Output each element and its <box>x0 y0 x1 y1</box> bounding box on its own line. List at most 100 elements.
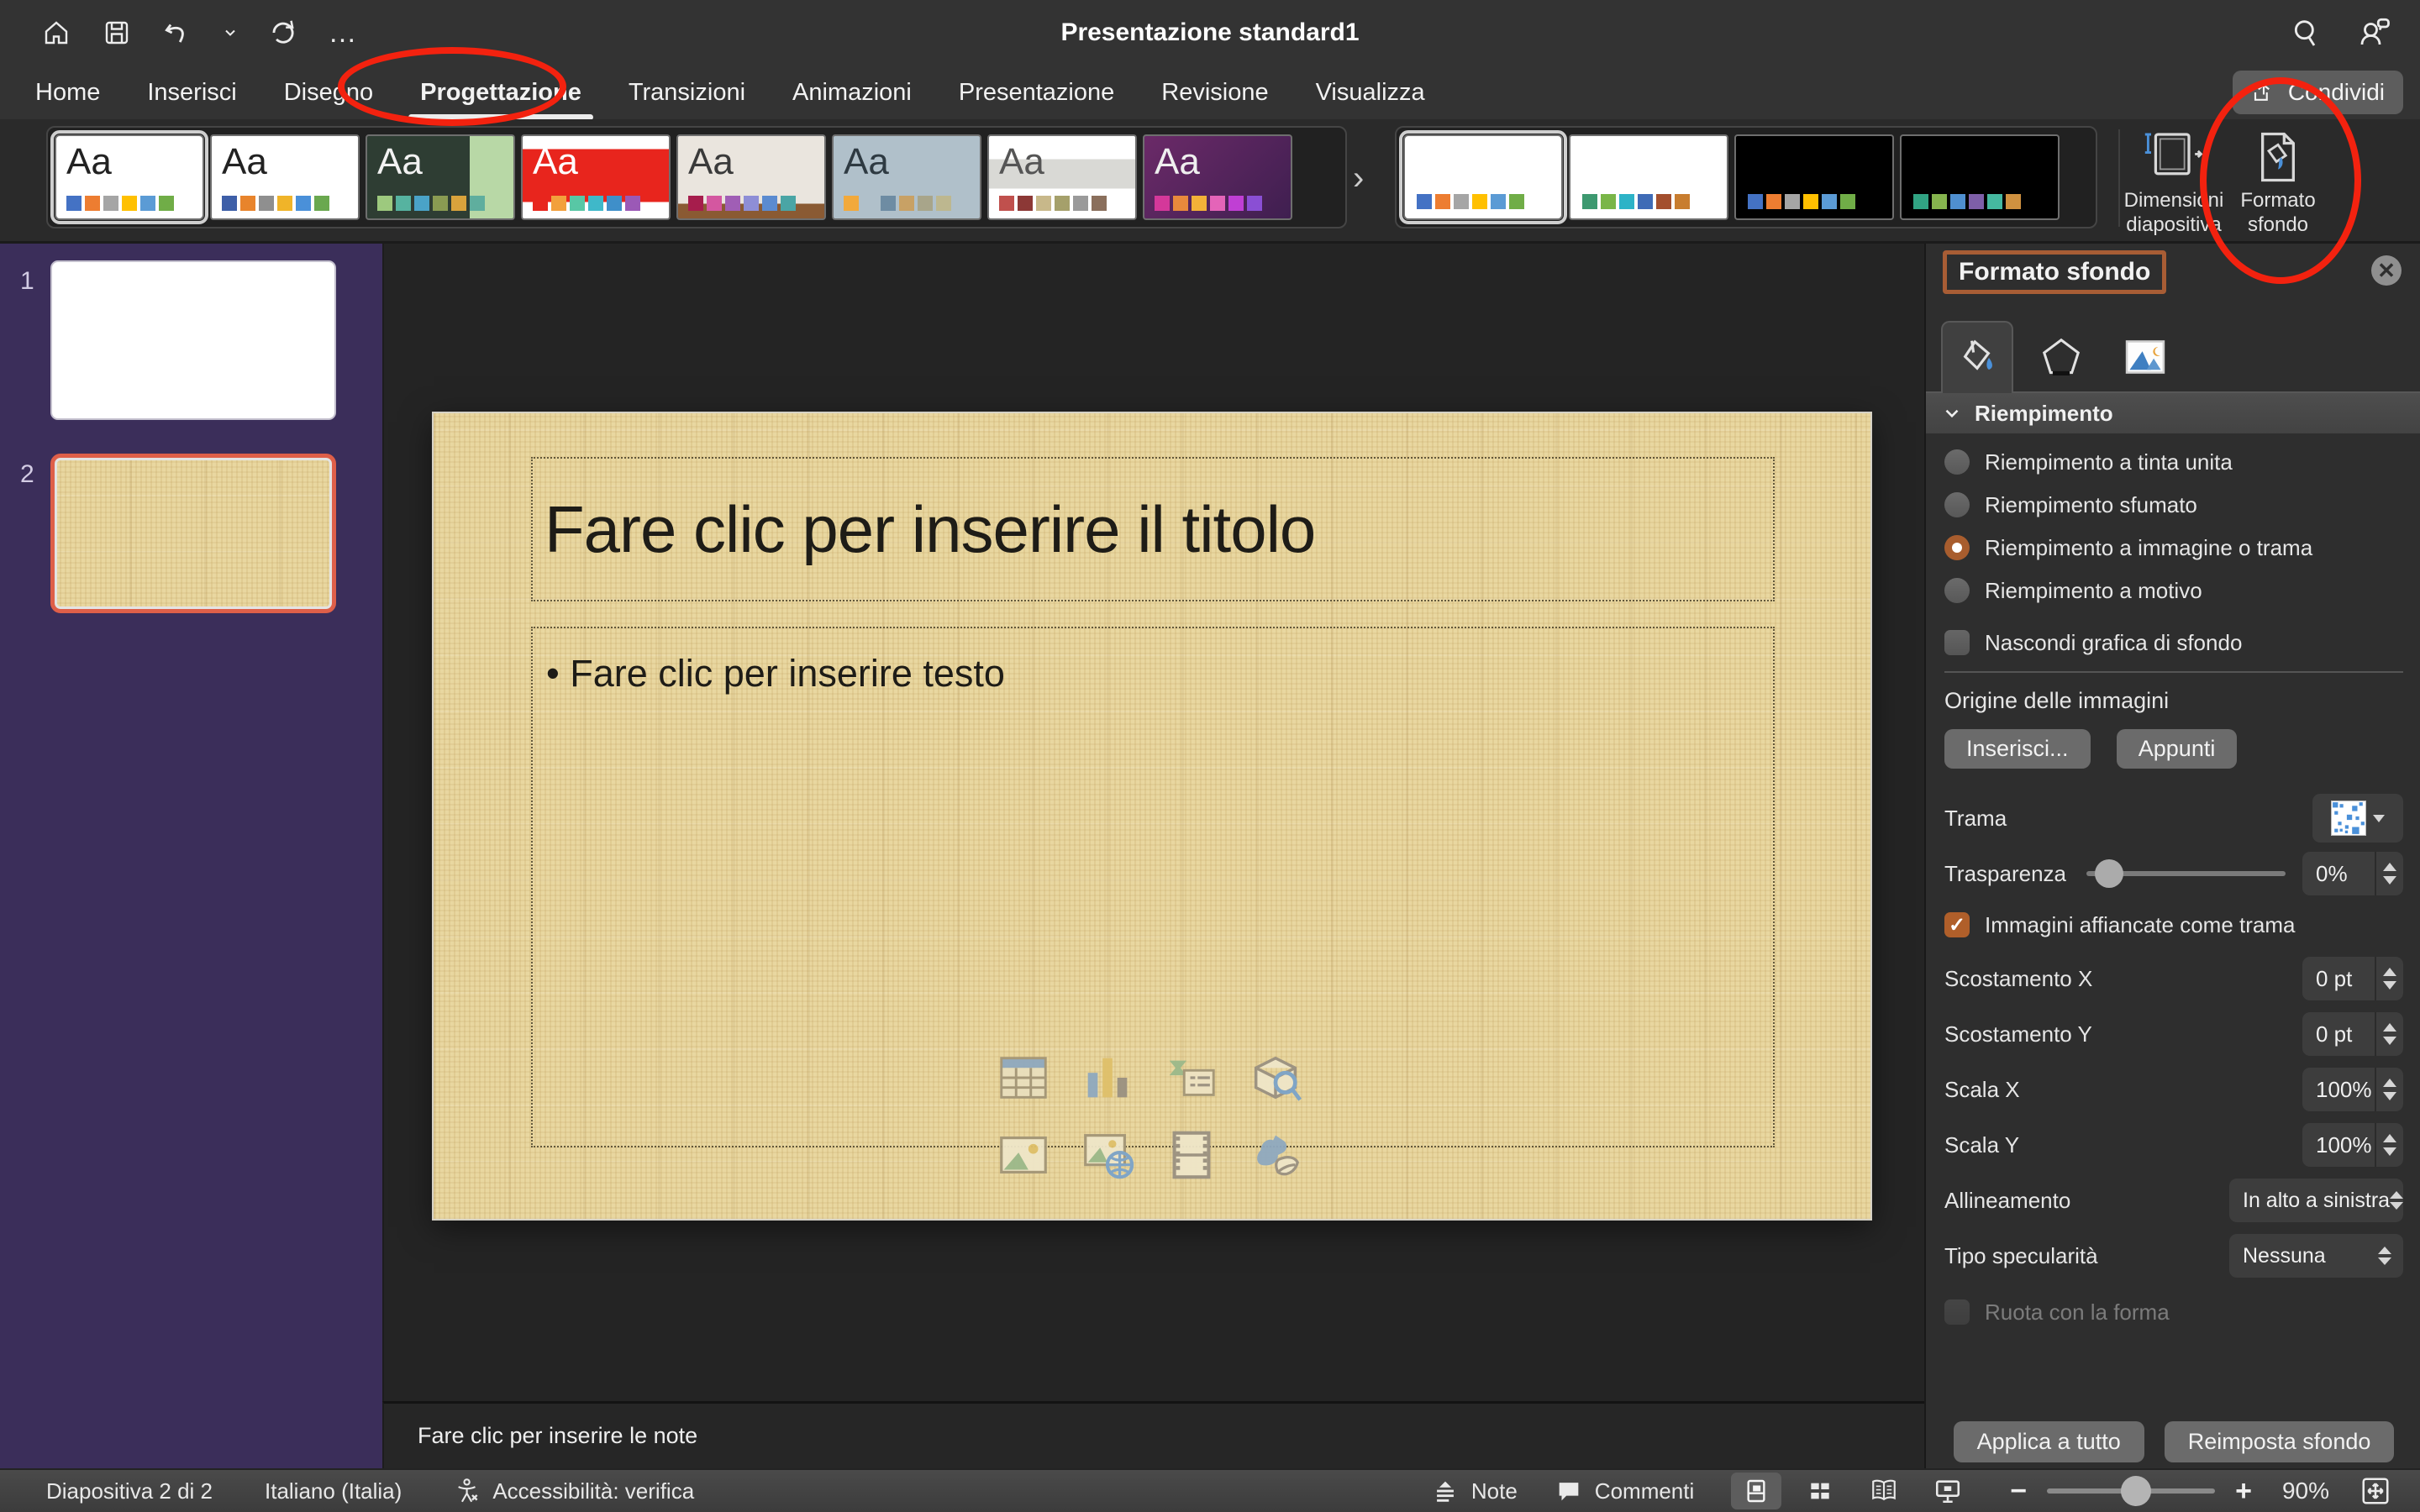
tab-progettazione[interactable]: Progettazione <box>418 71 583 115</box>
tab-transizioni[interactable]: Transizioni <box>627 71 747 115</box>
slide[interactable]: Fare clic per inserire il titolo • Fare … <box>434 413 1870 1219</box>
notes-placeholder: Fare clic per inserire le note <box>384 1423 697 1449</box>
slider-knob[interactable] <box>2095 859 2123 888</box>
insert-picture-button[interactable]: Inserisci... <box>1944 729 2091 769</box>
gallery-more-arrow[interactable]: › <box>1353 160 1364 197</box>
theme-thumbnail[interactable]: Aa <box>832 134 981 220</box>
spinner-arrows[interactable] <box>2375 1012 2403 1056</box>
theme-thumbnail[interactable]: Aa <box>521 134 671 220</box>
zoom-slider-knob[interactable] <box>2121 1476 2151 1506</box>
theme-color-swatch <box>844 196 859 211</box>
fill-tab[interactable] <box>1941 321 2013 393</box>
offset-x-spinner[interactable]: 0 pt <box>2302 957 2403 1000</box>
spinner-arrows[interactable] <box>2375 1123 2403 1167</box>
offset-y-spinner[interactable]: 0 pt <box>2302 1012 2403 1056</box>
body-placeholder[interactable]: • Fare clic per inserire testo <box>531 627 1775 1147</box>
accessibility-status[interactable]: Accessibilità: verifica <box>454 1477 694 1505</box>
search-icon[interactable] <box>2289 16 2323 50</box>
redo-icon[interactable] <box>267 17 299 49</box>
tile-as-texture-checkbox[interactable]: ✓ Immagini affiancate come trama <box>1944 908 2403 942</box>
tab-presentazione[interactable]: Presentazione <box>957 71 1116 115</box>
normal-view-button[interactable] <box>1731 1473 1781 1509</box>
panel-close-button[interactable]: ✕ <box>2371 255 2402 286</box>
reading-view-button[interactable] <box>1859 1473 1909 1509</box>
notes-toggle[interactable]: Note <box>1431 1477 1518 1505</box>
texture-dropdown[interactable] <box>2312 794 2403 843</box>
undo-icon[interactable] <box>161 17 193 49</box>
slide-1-thumbnail[interactable] <box>50 260 336 420</box>
transparency-slider[interactable] <box>2086 871 2286 876</box>
tab-disegno[interactable]: Disegno <box>282 71 375 115</box>
scale-x-row: Scala X 100% <box>1944 1062 2403 1117</box>
format-background-button[interactable]: Formato sfondo <box>2228 126 2328 237</box>
variant-thumbnail[interactable] <box>1569 134 1728 220</box>
zoom-out-button[interactable]: − <box>2010 1475 2027 1508</box>
share-button[interactable]: Condividi <box>2233 71 2403 114</box>
slide-2-thumbnail[interactable] <box>50 454 336 613</box>
insert-picture-icon[interactable] <box>994 1126 1053 1184</box>
theme-thumbnail[interactable]: Aa <box>676 134 826 220</box>
ribbon-design-tab-content: Aa Aa Aa Aa Aa Aa Aa Aa <box>0 119 2420 244</box>
zoom-level[interactable]: 90% <box>2272 1478 2339 1504</box>
theme-color-swatch <box>725 196 740 211</box>
slide-sorter-view-button[interactable] <box>1795 1473 1845 1509</box>
home-icon[interactable] <box>40 17 72 49</box>
spinner-arrows[interactable] <box>2375 852 2403 895</box>
theme-color-swatch <box>781 196 796 211</box>
radio-solid-fill[interactable]: Riempimento a tinta unita <box>1944 445 2403 479</box>
status-bar: Diapositiva 2 di 2 Italiano (Italia) Acc… <box>0 1468 2420 1512</box>
radio-gradient-fill[interactable]: Riempimento sfumato <box>1944 488 2403 522</box>
theme-thumbnail[interactable]: Aa <box>55 134 204 220</box>
theme-thumbnail[interactable]: Aa <box>366 134 515 220</box>
insert-table-icon[interactable] <box>994 1048 1053 1107</box>
fit-to-window-icon[interactable] <box>2360 1475 2391 1507</box>
zoom-in-button[interactable]: + <box>2235 1475 2252 1508</box>
more-options-icon[interactable]: … <box>328 17 360 49</box>
scale-x-spinner[interactable]: 100% <box>2302 1068 2403 1111</box>
theme-color-swatch <box>122 196 137 211</box>
hide-background-checkbox[interactable]: Nascondi grafica di sfondo <box>1944 626 2403 659</box>
fill-section-header[interactable]: Riempimento <box>1926 393 2420 433</box>
title-placeholder[interactable]: Fare clic per inserire il titolo <box>531 457 1775 601</box>
spinner-arrows[interactable] <box>2375 1068 2403 1111</box>
insert-online-picture-icon[interactable] <box>1078 1126 1137 1184</box>
slide-size-button[interactable]: Dimensioni diapositiva <box>2124 126 2223 237</box>
insert-chart-icon[interactable] <box>1078 1048 1137 1107</box>
zoom-slider[interactable] <box>2047 1488 2215 1494</box>
tab-animazioni[interactable]: Animazioni <box>791 71 913 115</box>
slideshow-view-button[interactable] <box>1923 1473 1973 1509</box>
theme-thumbnail[interactable]: Aa <box>1143 134 1292 220</box>
insert-3d-model-icon[interactable] <box>1246 1048 1305 1107</box>
picture-icon <box>2123 334 2168 380</box>
picture-tab[interactable] <box>2109 321 2181 393</box>
language-indicator[interactable]: Italiano (Italia) <box>265 1478 402 1504</box>
insert-video-icon[interactable] <box>1162 1126 1221 1184</box>
insert-smartart-icon[interactable] <box>1162 1048 1221 1107</box>
notes-pane[interactable]: Fare clic per inserire le note <box>382 1401 1924 1468</box>
account-icon[interactable] <box>2356 15 2391 50</box>
theme-thumbnail[interactable]: Aa <box>987 134 1137 220</box>
insert-stock-icons-icon[interactable] <box>1246 1126 1305 1184</box>
comments-toggle[interactable]: Commenti <box>1555 1477 1694 1505</box>
alignment-dropdown[interactable]: In alto a sinistra <box>2229 1179 2403 1222</box>
mirror-type-dropdown[interactable]: Nessuna <box>2229 1234 2403 1278</box>
apply-to-all-button[interactable]: Applica a tutto <box>1954 1421 2144 1462</box>
theme-thumbnail[interactable]: Aa <box>210 134 360 220</box>
variant-thumbnail[interactable] <box>1900 134 2060 220</box>
transparency-spinner[interactable]: 0% <box>2302 852 2403 895</box>
scale-y-spinner[interactable]: 100% <box>2302 1123 2403 1167</box>
tab-visualizza[interactable]: Visualizza <box>1314 71 1427 115</box>
tab-revisione[interactable]: Revisione <box>1160 71 1270 115</box>
save-icon[interactable] <box>101 17 133 49</box>
spinner-arrows[interactable] <box>2375 957 2403 1000</box>
variant-thumbnail[interactable] <box>1734 134 1894 220</box>
reset-background-button[interactable]: Reimposta sfondo <box>2165 1421 2395 1462</box>
tab-inserisci[interactable]: Inserisci <box>145 71 238 115</box>
radio-pattern-fill[interactable]: Riempimento a motivo <box>1944 574 2403 607</box>
tab-home[interactable]: Home <box>34 71 102 115</box>
undo-dropdown-chevron-icon[interactable] <box>222 17 239 49</box>
effects-tab[interactable] <box>2025 321 2097 393</box>
radio-picture-texture-fill[interactable]: Riempimento a immagine o trama <box>1944 531 2403 564</box>
variant-thumbnail[interactable] <box>1403 134 1563 220</box>
clipboard-button[interactable]: Appunti <box>2117 729 2238 769</box>
